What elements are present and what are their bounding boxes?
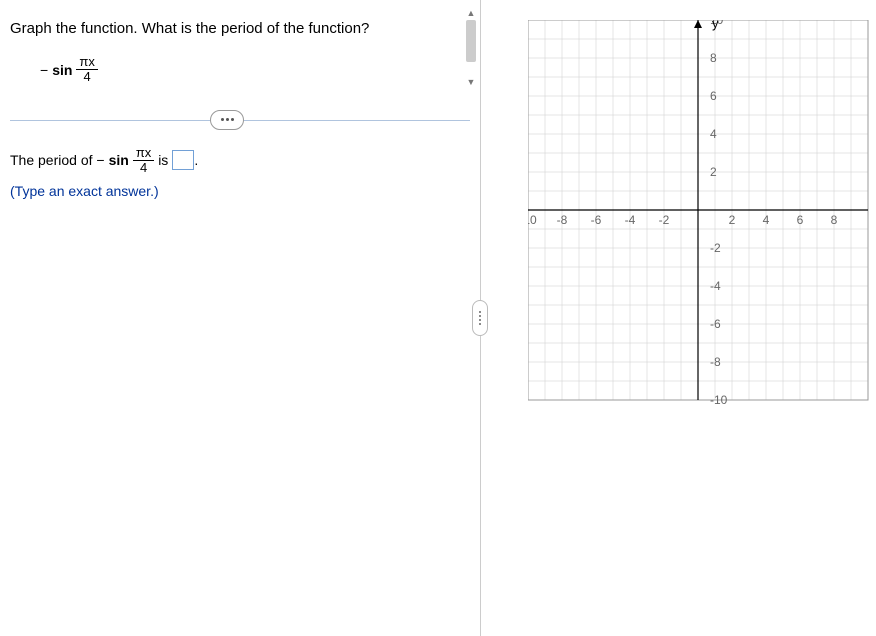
svg-text:-10: -10 [528, 213, 537, 227]
svg-text:-6: -6 [710, 317, 721, 331]
fraction-numerator: πx [76, 55, 97, 70]
y-axis-label: y [712, 20, 719, 31]
answer-hint: (Type an exact answer.) [10, 183, 470, 199]
svg-text:4: 4 [710, 127, 717, 141]
svg-text:8: 8 [710, 51, 717, 65]
minus-sign: − [40, 62, 48, 78]
svg-text:-6: -6 [591, 213, 602, 227]
answer-denominator: 4 [137, 161, 150, 175]
scrollbar[interactable]: ▲ ▼ [462, 5, 480, 90]
sin-label: sin [52, 62, 72, 78]
scroll-up-icon[interactable]: ▲ [462, 5, 480, 20]
svg-text:-8: -8 [710, 355, 721, 369]
answer-is: is [158, 152, 168, 168]
question-panel: Graph the function. What is the period o… [0, 0, 480, 636]
answer-sentence: The period of − sin πx 4 is . [10, 146, 470, 176]
scroll-down-icon[interactable]: ▼ [462, 74, 480, 89]
svg-text:-10: -10 [710, 393, 728, 407]
svg-text:4: 4 [763, 213, 770, 227]
scroll-thumb[interactable] [466, 20, 476, 62]
answer-minus: − [96, 152, 104, 168]
fraction-denominator: 4 [81, 70, 94, 84]
divider-handle[interactable] [472, 300, 488, 336]
svg-text:-4: -4 [710, 279, 721, 293]
question-prompt: Graph the function. What is the period o… [10, 20, 470, 37]
svg-text:2: 2 [729, 213, 736, 227]
fraction: πx 4 [76, 55, 97, 85]
svg-text:-2: -2 [659, 213, 670, 227]
svg-text:2: 2 [710, 165, 717, 179]
answer-input[interactable] [172, 150, 194, 170]
answer-sin: sin [109, 152, 129, 168]
svg-text:8: 8 [831, 213, 838, 227]
function-expression: − sin πx 4 [40, 55, 98, 85]
section-divider [10, 120, 470, 121]
answer-expression: − sin πx 4 [96, 146, 154, 176]
svg-text:6: 6 [710, 89, 717, 103]
answer-numerator: πx [133, 146, 154, 161]
answer-prefix: The period of [10, 152, 93, 168]
more-menu-button[interactable] [210, 110, 244, 130]
coordinate-graph[interactable]: -10-8-6-4-22468-10-8-6-4-2246810 y [528, 20, 876, 420]
answer-period: . [194, 152, 198, 168]
answer-fraction: πx 4 [133, 146, 154, 176]
svg-text:-2: -2 [710, 241, 721, 255]
svg-text:-4: -4 [625, 213, 636, 227]
svg-text:-8: -8 [557, 213, 568, 227]
svg-text:6: 6 [797, 213, 804, 227]
